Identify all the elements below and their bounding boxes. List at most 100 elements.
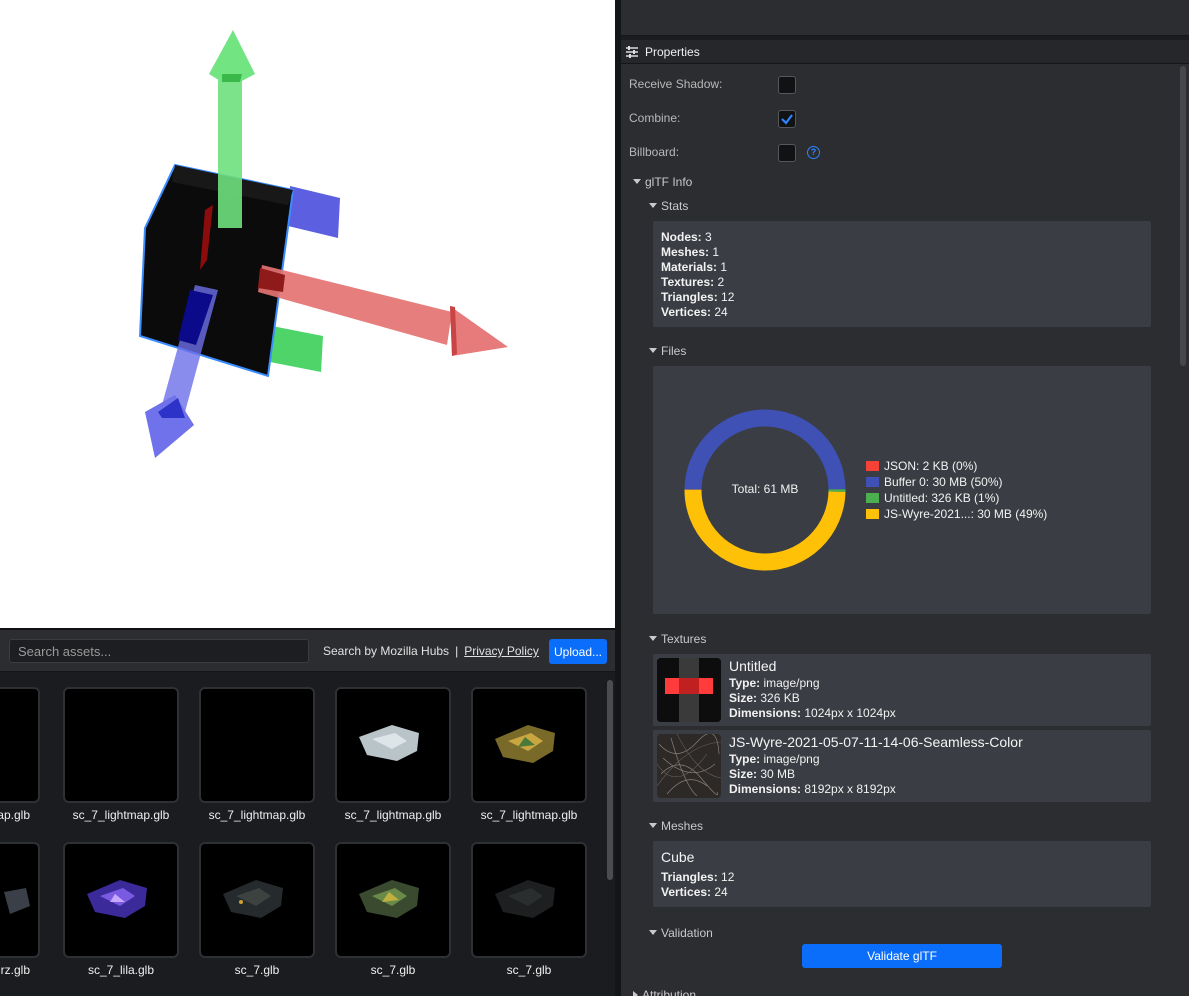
gizmo-arrow-y [218, 80, 242, 228]
asset-label: rz.glb [0, 963, 30, 977]
texture-size: Size: 326 KB [729, 691, 800, 705]
texture-preview-image [657, 734, 721, 798]
donut-slice [684, 489, 846, 571]
mesh-card: Cube Triangles: 12 Vertices: 24 [653, 841, 1151, 907]
texture-type: Type: image/png [729, 676, 820, 690]
search-provider: Search by Mozilla Hubs | Privacy Policy [323, 644, 539, 658]
mesh-name: Cube [661, 849, 695, 865]
texture-dimensions: Dimensions: 8192px x 8192px [729, 782, 896, 796]
properties-panel: Properties Receive Shadow: Combine: Bill… [621, 40, 1189, 996]
gizmo-arrow-x-head [450, 306, 508, 356]
sliders-icon [626, 46, 638, 58]
attribution-toggle[interactable]: Attribution [633, 988, 696, 996]
gltf-info-label: glTF Info [645, 175, 693, 189]
files-toggle[interactable]: Files [649, 344, 686, 358]
model-preview-image [495, 880, 555, 918]
model-preview-image [359, 880, 419, 918]
asset-thumbnail[interactable] [471, 842, 587, 958]
texture-dimensions: Dimensions: 1024px x 1024px [729, 706, 896, 720]
search-by-text: Search by Mozilla Hubs [323, 644, 450, 658]
stat-meshes: Meshes: 1 [661, 245, 720, 259]
checkmark-icon [781, 114, 793, 125]
texture-card: JS-Wyre-2021-05-07-11-14-06-Seamless-Col… [653, 730, 1151, 802]
asset-thumbnail[interactable] [63, 687, 179, 803]
meshes-label: Meshes [661, 819, 704, 833]
validation-toggle[interactable]: Validation [649, 926, 713, 940]
receive-shadow-checkbox[interactable] [778, 76, 796, 94]
model-preview-image [495, 725, 555, 763]
assets-toolbar: Search by Mozilla Hubs | Privacy Policy Up… [0, 630, 615, 672]
caret-down-icon [649, 348, 657, 353]
search-assets-input[interactable] [9, 639, 309, 663]
attribution-label: Attribution [642, 988, 697, 996]
gizmo-plane-blue [288, 186, 340, 238]
textures-toggle[interactable]: Textures [649, 632, 706, 646]
gltf-info-toggle[interactable]: glTF Info [633, 175, 692, 189]
asset-thumbnail[interactable] [199, 842, 315, 958]
legend-swatch [866, 461, 879, 471]
files-total: Total: 61 MB [731, 482, 799, 496]
receive-shadow-label: Receive Shadow: [629, 77, 723, 91]
asset-thumbnail[interactable] [0, 842, 40, 958]
caret-down-icon [649, 823, 657, 828]
transform-gizmo[interactable] [0, 0, 615, 628]
asset-thumbnail[interactable] [63, 842, 179, 958]
texture-name: JS-Wyre-2021-05-07-11-14-06-Seamless-Col… [729, 734, 1023, 750]
asset-label: ap.glb [0, 808, 30, 822]
caret-right-icon [633, 991, 638, 996]
billboard-label: Billboard: [629, 145, 680, 159]
properties-title: Properties [645, 45, 700, 59]
asset-thumbnail[interactable] [199, 687, 315, 803]
files-label: Files [661, 344, 687, 358]
asset-thumbnail[interactable] [335, 842, 451, 958]
caret-down-icon [649, 203, 657, 208]
asset-thumbnail[interactable] [471, 687, 587, 803]
asset-label: sc_7_lightmap.glb [480, 808, 578, 822]
stat-materials: Materials: 1 [661, 260, 728, 274]
caret-down-icon [649, 636, 657, 641]
combine-checkbox[interactable] [778, 110, 796, 128]
model-preview-image [4, 888, 30, 914]
textures-label: Textures [661, 632, 707, 646]
asset-label: sc_7.glb [234, 963, 280, 977]
stats-toggle[interactable]: Stats [649, 199, 688, 213]
texture-preview-image [657, 658, 721, 722]
hierarchy-panel [621, 0, 1189, 36]
legend-swatch [866, 477, 879, 487]
asset-label: sc_7_lightmap.glb [72, 808, 170, 822]
scrollbar-thumb[interactable] [1180, 66, 1186, 366]
viewport[interactable] [0, 0, 615, 628]
help-icon[interactable]: ? [807, 146, 820, 159]
asset-label: sc_7_lightmap.glb [208, 808, 306, 822]
legend-swatch [866, 509, 879, 519]
gizmo-plane-green [270, 326, 323, 372]
assets-panel: Search by Mozilla Hubs | Privacy Policy Up… [0, 628, 615, 996]
donut-slice [684, 409, 846, 490]
assets-scrollbar[interactable] [606, 672, 615, 996]
scrollbar-thumb[interactable] [607, 680, 613, 880]
stats-label: Stats [661, 199, 689, 213]
meshes-toggle[interactable]: Meshes [649, 819, 703, 833]
billboard-checkbox[interactable] [778, 144, 796, 162]
privacy-policy-link[interactable]: Privacy Policy [464, 644, 539, 658]
texture-type: Type: image/png [729, 752, 820, 766]
mesh-triangles: Triangles: 12 [661, 870, 735, 884]
asset-thumbnail[interactable] [335, 687, 451, 803]
model-preview-image [87, 880, 147, 918]
stat-vertices: Vertices: 24 [661, 305, 728, 319]
texture-name: Untitled [729, 658, 777, 674]
asset-thumbnail[interactable] [0, 687, 40, 803]
properties-header: Properties [621, 40, 1189, 64]
caret-down-icon [633, 179, 641, 184]
caret-down-icon [649, 930, 657, 935]
upload-button[interactable]: Upload... [549, 639, 607, 664]
asset-label: sc_7.glb [506, 963, 552, 977]
texture-card: Untitled Type: image/png Size: 326 KB Di… [653, 654, 1151, 726]
legend-swatch [866, 493, 879, 503]
properties-scrollbar[interactable] [1179, 66, 1187, 996]
mesh-vertices: Vertices: 24 [661, 885, 728, 899]
editor-window: Search by Mozilla Hubs | Privacy Policy Up… [0, 0, 1189, 996]
stat-nodes: Nodes: 3 [661, 230, 712, 244]
model-preview-image [359, 725, 419, 761]
validate-gltf-button[interactable]: Validate glTF [802, 944, 1002, 968]
